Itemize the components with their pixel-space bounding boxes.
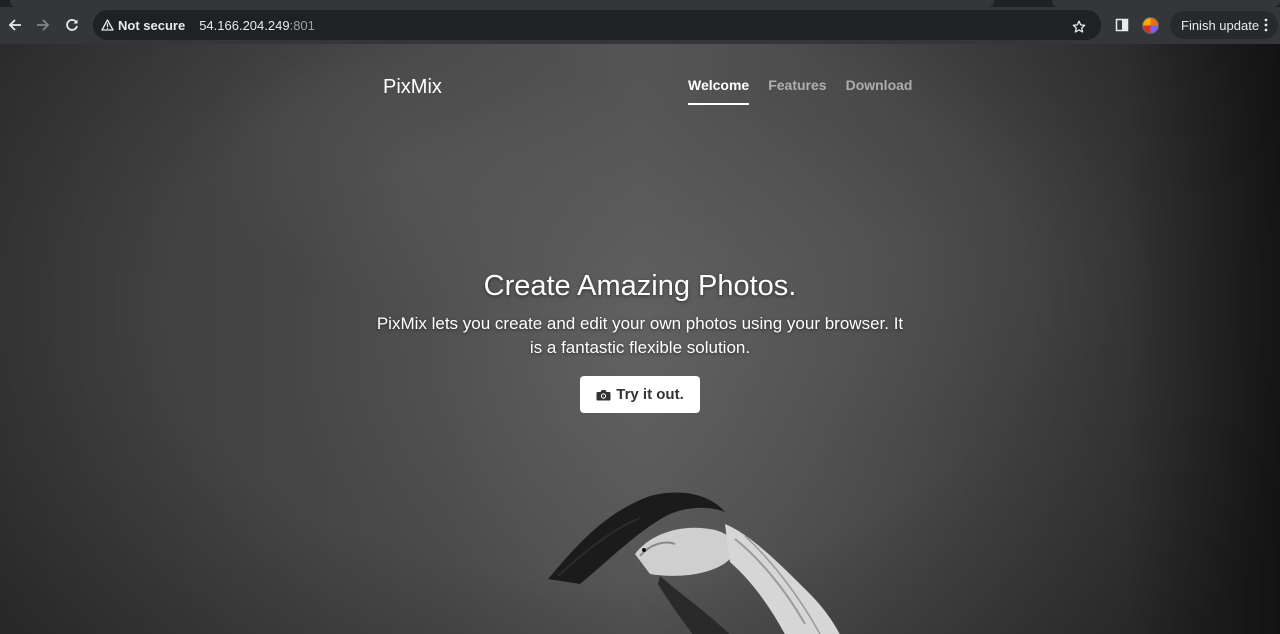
- try-it-out-label: Try it out.: [616, 386, 684, 403]
- warning-icon: [101, 19, 114, 31]
- active-tab-edge[interactable]: [10, 0, 994, 7]
- security-chip[interactable]: Not secure: [93, 10, 195, 40]
- camera-icon: [596, 389, 611, 401]
- site-brand[interactable]: PixMix: [383, 76, 442, 99]
- site-nav: Welcome Features Download: [688, 77, 931, 105]
- finish-update-label: Finish update: [1181, 17, 1260, 33]
- side-panel-button[interactable]: [1108, 11, 1136, 39]
- page-viewport: PixMix Welcome Features Download Create …: [0, 44, 1280, 634]
- hero: Create Amazing Photos. PixMix lets you c…: [0, 268, 1280, 413]
- finish-update-button[interactable]: Finish update: [1170, 11, 1278, 39]
- nav-download[interactable]: Download: [846, 77, 913, 105]
- nav-welcome[interactable]: Welcome: [688, 77, 750, 105]
- try-it-out-button[interactable]: Try it out.: [580, 376, 700, 413]
- bookmark-button[interactable]: [1065, 13, 1093, 41]
- side-panel-icon: [1115, 18, 1129, 32]
- url-text[interactable]: 54.166.204.249:801: [199, 18, 315, 33]
- reload-icon: [66, 19, 78, 31]
- nav-features[interactable]: Features: [768, 77, 826, 105]
- url-port: :801: [289, 17, 315, 33]
- security-label: Not secure: [118, 17, 186, 33]
- hero-title: Create Amazing Photos.: [483, 270, 797, 302]
- tab-edge[interactable]: [1052, 0, 1280, 7]
- hero-lead: PixMix lets you create and edit your own…: [376, 314, 904, 357]
- profile-avatar[interactable]: [1142, 17, 1159, 34]
- forward-icon: [37, 19, 50, 31]
- bird-image: [548, 492, 840, 634]
- url-host: 54.166.204.249: [199, 17, 290, 33]
- reload-button[interactable]: [58, 11, 86, 39]
- back-button[interactable]: [1, 11, 29, 39]
- back-icon: [8, 19, 21, 31]
- tab-strip: [0, 0, 1280, 7]
- address-bar[interactable]: Not secure 54.166.204.249:801: [93, 10, 1101, 40]
- kebab-menu-icon: [1264, 18, 1268, 32]
- star-icon: [1072, 20, 1086, 33]
- browser-toolbar: Not secure 54.166.204.249:801 Finish upd…: [0, 7, 1280, 44]
- forward-button[interactable]: [29, 11, 57, 39]
